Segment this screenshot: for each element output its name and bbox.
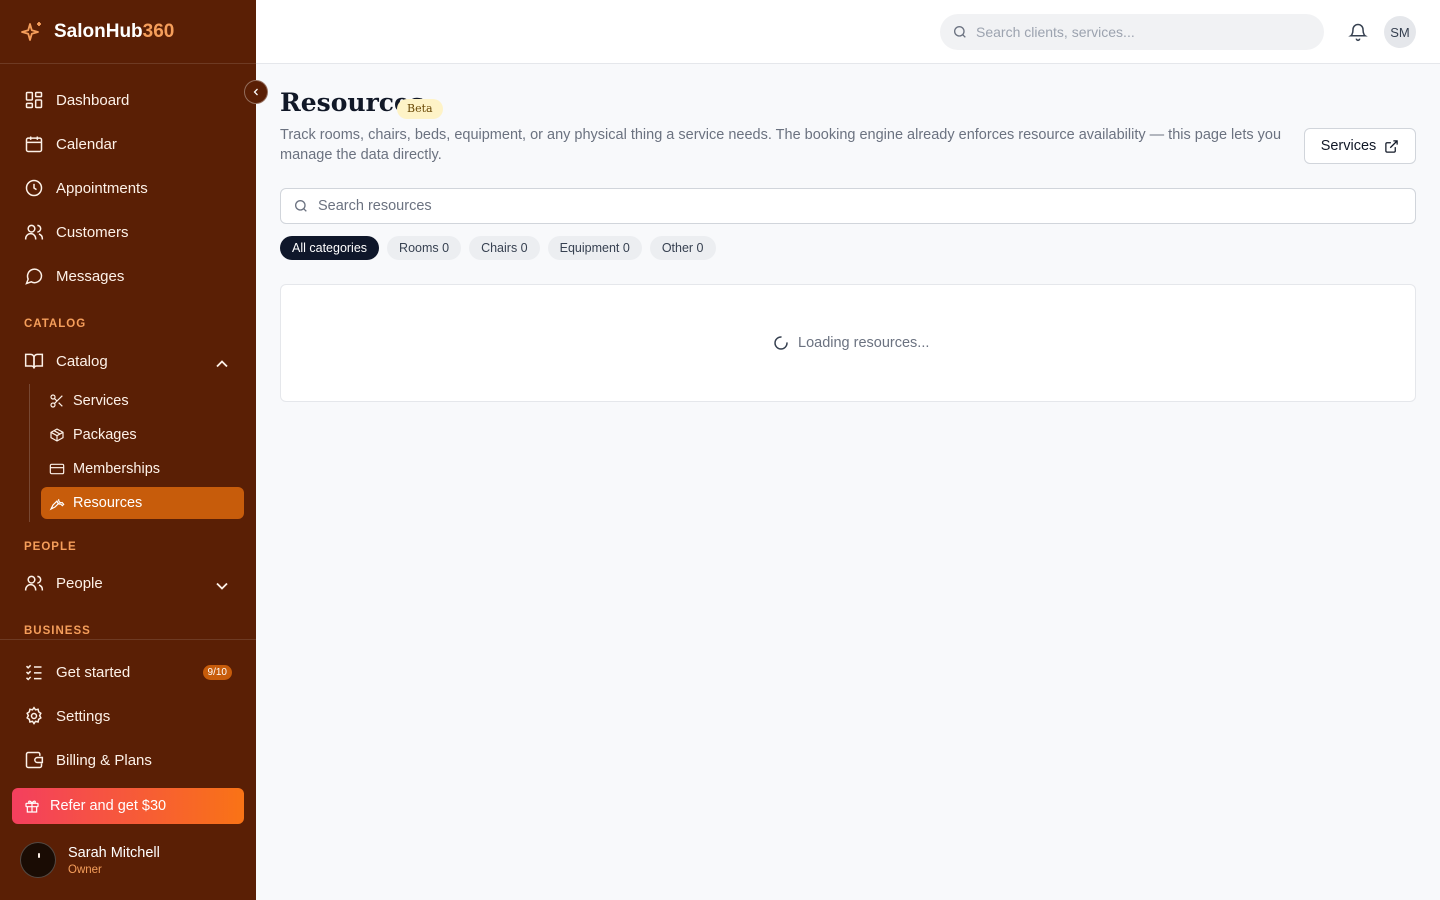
services-link-button[interactable]: Services — [1304, 128, 1416, 164]
nav-label: Settings — [56, 707, 111, 725]
sidebar-item-label: Packages — [73, 427, 137, 443]
sidebar-item-label: Services — [73, 393, 129, 409]
user-icon — [24, 575, 44, 591]
brand-name: SalonHub360 — [54, 20, 175, 42]
loading-indicator: Loading resources... — [773, 335, 929, 351]
nav-label: Get started — [56, 663, 131, 681]
nav-item-appointments[interactable]: Appointments — [12, 168, 244, 208]
spinner-icon — [774, 336, 788, 350]
nav-item-settings[interactable]: Settings — [12, 696, 244, 736]
page-description: Track rooms, chairs, beds, equipment, or… — [280, 127, 1282, 163]
beta-badge: Beta — [397, 99, 443, 119]
sidebar-item-label: Memberships — [73, 461, 161, 477]
dashboard-grid-icon — [25, 91, 43, 109]
nav-label: Customers — [56, 223, 129, 241]
sidebar-item-packages[interactable]: Packages — [41, 419, 244, 451]
refer-label: Refer and get $30 — [50, 798, 167, 814]
nav-label: Calendar — [56, 135, 117, 153]
search-icon — [954, 26, 966, 38]
search-icon — [295, 200, 307, 212]
package-icon — [50, 428, 64, 442]
scissors-icon — [50, 394, 63, 408]
wallet-icon — [25, 751, 44, 769]
book-open-icon — [24, 353, 44, 369]
filter-chip-chairs[interactable]: Chairs 0 — [469, 236, 540, 260]
section-label-catalog: CATALOG — [24, 318, 87, 330]
nav-item-customers[interactable]: Customers — [12, 212, 244, 252]
sidebar-item-resources[interactable]: Resources — [41, 487, 244, 519]
nav-label: Billing & Plans — [56, 751, 152, 769]
resource-search-input[interactable] — [318, 198, 1398, 214]
section-label-business: BUSINESS — [24, 625, 91, 637]
resource-search[interactable] — [280, 188, 1416, 224]
message-circle-icon — [25, 268, 43, 285]
gift-icon — [25, 800, 39, 813]
nav-label: Messages — [56, 267, 125, 285]
chevron-left-icon — [253, 88, 258, 96]
category-filters: All categories Rooms 0 Chairs 0 Equipmen… — [280, 236, 724, 260]
filter-chip-rooms[interactable]: Rooms 0 — [387, 236, 462, 260]
user-avatar-button[interactable]: SM — [1384, 16, 1416, 48]
checklist-icon — [25, 664, 42, 681]
chevron-up-icon — [216, 360, 228, 368]
nav-label: Dashboard — [56, 91, 130, 109]
external-link-icon — [1385, 139, 1399, 153]
nav-item-catalog[interactable]: Catalog — [12, 341, 244, 381]
section-label-people: PEOPLE — [24, 541, 77, 553]
calendar-icon — [25, 136, 43, 153]
nav-item-messages[interactable]: Messages — [12, 256, 244, 296]
global-search-input[interactable] — [976, 24, 1306, 40]
sidebar-divider — [0, 639, 256, 640]
sparkle-logo-icon — [21, 21, 41, 41]
filter-chip-all[interactable]: All categories — [280, 236, 380, 260]
clock-icon — [25, 179, 43, 197]
resources-panel: Loading resources... — [280, 284, 1416, 402]
nav-label: Catalog — [56, 352, 108, 370]
submenu-guide-line — [29, 384, 30, 522]
filter-chip-other[interactable]: Other 0 — [649, 236, 716, 260]
avatar — [20, 842, 56, 878]
user-role: Owner — [68, 863, 102, 876]
sidebar: SalonHub360 Dashboard Calendar Appointme… — [0, 0, 256, 900]
nav-item-calendar[interactable]: Calendar — [12, 124, 244, 164]
wrench-icon — [49, 499, 65, 511]
loading-text: Loading resources... — [798, 335, 930, 351]
user-name: Sarah Mitchell — [68, 844, 160, 861]
nav-label: Appointments — [56, 179, 148, 197]
services-button-label: Services — [1320, 138, 1377, 154]
nav-item-dashboard[interactable]: Dashboard — [12, 80, 244, 120]
sidebar-collapse-button[interactable] — [244, 80, 268, 104]
nav-item-get-started[interactable]: Get started 9/10 — [12, 652, 244, 692]
user-profile[interactable]: Sarah Mitchell Owner — [20, 842, 160, 878]
sidebar-item-label: Resources — [73, 495, 143, 511]
top-header: SM — [256, 0, 1440, 64]
global-search[interactable] — [940, 14, 1324, 50]
progress-badge: 9/10 — [202, 665, 232, 680]
sidebar-item-services[interactable]: Services — [41, 385, 244, 417]
chevron-down-icon — [216, 582, 228, 590]
nav-label: People — [56, 574, 103, 592]
credit-card-icon — [49, 463, 65, 475]
filter-chip-equipment[interactable]: Equipment 0 — [547, 236, 642, 260]
nav-item-people[interactable]: People — [12, 563, 244, 603]
refer-button[interactable]: Refer and get $30 — [12, 788, 244, 824]
gear-icon — [26, 706, 42, 725]
brand[interactable]: SalonHub360 — [0, 0, 256, 64]
notification-bell-icon[interactable] — [1348, 22, 1368, 42]
sidebar-item-memberships[interactable]: Memberships — [41, 453, 244, 485]
users-icon — [24, 224, 44, 240]
nav-item-billing[interactable]: Billing & Plans — [12, 740, 244, 780]
